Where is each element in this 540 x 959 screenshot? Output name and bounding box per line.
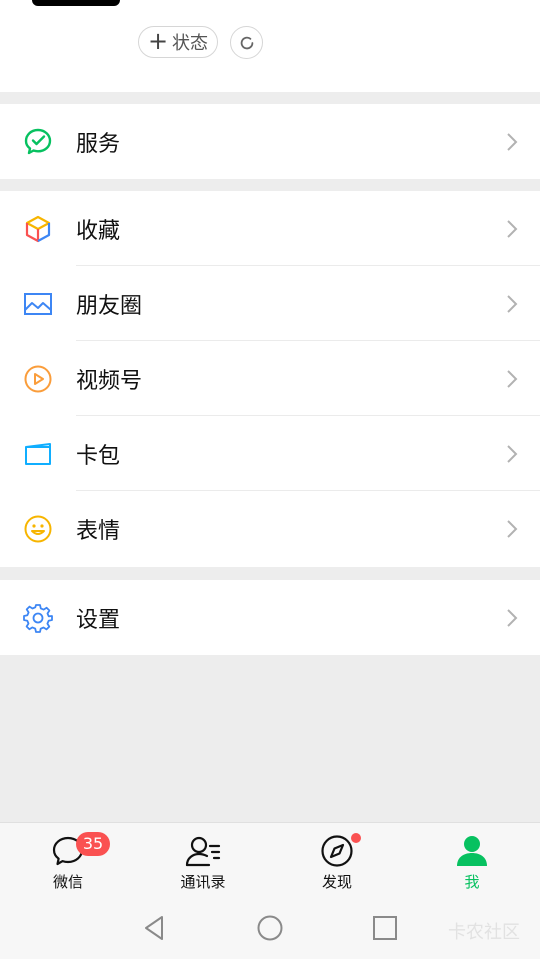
tab-label: 微信 — [52, 873, 83, 891]
services-group: 服务 — [0, 104, 540, 179]
tab-label: 通讯录 — [180, 873, 226, 891]
menu-item-settings[interactable]: 设置 — [0, 580, 540, 655]
tab-discover[interactable]: 发现 — [287, 823, 387, 899]
home-icon[interactable] — [256, 914, 284, 942]
tab-me[interactable]: 我 — [422, 823, 522, 899]
status-label: 状态 — [172, 33, 209, 54]
chevron-right-icon — [507, 608, 518, 627]
contacts-icon — [185, 836, 221, 867]
menu-item-channels[interactable]: 视频号 — [0, 341, 540, 416]
tab-chats[interactable]: 35 微信 — [18, 823, 118, 899]
menu-item-favorites[interactable]: 收藏 — [0, 191, 540, 266]
menu-item-services[interactable]: 服务 — [0, 104, 540, 179]
services-icon — [23, 127, 53, 157]
chevron-right-icon — [507, 369, 518, 388]
menu-item-label: 卡包 — [76, 443, 121, 469]
menu-item-label: 朋友圈 — [76, 293, 143, 319]
settings-group: 设置 — [0, 580, 540, 655]
new-activity-dot — [351, 833, 361, 843]
chevron-right-icon — [507, 132, 518, 151]
menu-item-moments[interactable]: 朋友圈 — [0, 266, 540, 341]
menu-item-label: 收藏 — [76, 218, 121, 244]
moments-icon — [23, 289, 53, 319]
watermark: 卡农社区 — [448, 922, 520, 943]
refresh-icon — [240, 36, 253, 49]
tab-label: 我 — [464, 873, 480, 891]
chevron-right-icon — [507, 294, 518, 313]
menu-item-label: 表情 — [76, 518, 121, 544]
recents-icon[interactable] — [371, 914, 399, 942]
tab-contacts[interactable]: 通讯录 — [153, 823, 253, 899]
tab-label: 发现 — [321, 873, 352, 891]
chevron-right-icon — [507, 219, 518, 238]
me-page: + 状态 服务 收藏 朋友圈 视频号 卡包 表情 设置 35 微信 通讯录 发现… — [0, 0, 540, 959]
menu-item-label: 设置 — [76, 607, 121, 633]
add-status-button[interactable]: + 状态 — [138, 26, 218, 58]
stickers-icon — [23, 514, 53, 544]
chevron-right-icon — [507, 519, 518, 538]
features-group: 收藏 朋友圈 视频号 卡包 表情 — [0, 191, 540, 567]
menu-item-card-wallet[interactable]: 卡包 — [0, 416, 540, 491]
profile-header: + 状态 — [0, 0, 540, 92]
unread-badge: 35 — [76, 832, 110, 856]
favorites-icon — [23, 214, 53, 244]
menu-item-stickers[interactable]: 表情 — [0, 491, 540, 566]
avatar[interactable] — [32, 0, 120, 6]
plus-icon: + — [147, 27, 169, 55]
chevron-right-icon — [507, 444, 518, 463]
me-icon — [457, 836, 487, 866]
system-nav-bar: 卡农社区 — [0, 898, 540, 959]
menu-item-label: 服务 — [76, 131, 121, 157]
menu-item-label: 视频号 — [76, 368, 143, 394]
status-refresh-button[interactable] — [230, 26, 263, 59]
card-wallet-icon — [23, 439, 53, 469]
channels-icon — [23, 364, 53, 394]
back-icon[interactable] — [140, 914, 168, 942]
bottom-tab-bar: 35 微信 通讯录 发现 我 — [0, 822, 540, 898]
discover-icon — [321, 835, 353, 867]
settings-icon — [23, 603, 53, 633]
